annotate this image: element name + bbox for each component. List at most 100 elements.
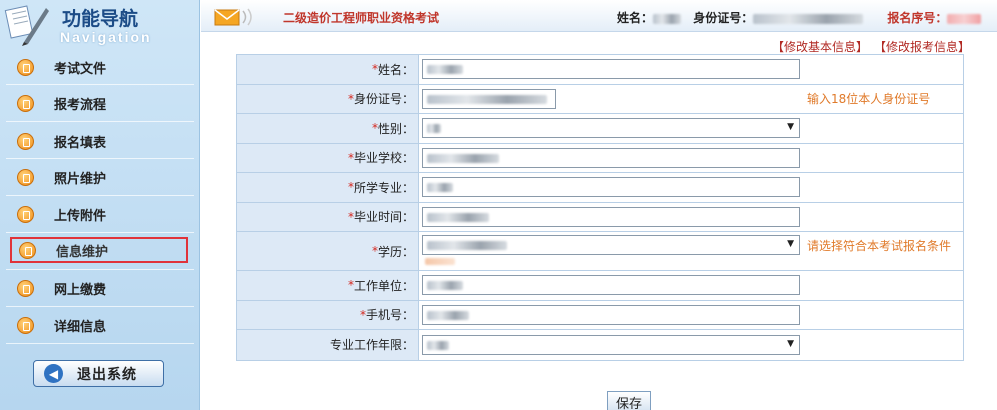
header-bar: 二级造价工程师职业资格考试 姓名： 身份证号： 报名序号： (201, 0, 997, 32)
sidebar-item-payment[interactable]: 网上缴费 (10, 275, 188, 301)
form-row-phone: * 手机号： (237, 300, 963, 330)
envelope-icon (214, 8, 252, 26)
field-label: * 毕业时间： (237, 202, 419, 231)
id-number-input[interactable] (422, 88, 556, 109)
select-value-redacted (427, 124, 441, 134)
field-cell: ▼ (419, 330, 963, 360)
gender-select[interactable]: ▼ (422, 118, 800, 139)
input-value-redacted (427, 212, 489, 222)
arrow-left-icon: ◀ (44, 364, 63, 383)
form-row-id: * 身份证号： 输入18位本人身份证号 (237, 84, 963, 114)
document-icon (17, 279, 34, 297)
sidebar-item-label: 考试文件 (54, 61, 107, 77)
field-label: * 姓名： (237, 55, 419, 84)
field-cell (419, 202, 963, 231)
sidebar: 功能导航 Navigation 考试文件 报考流程 报名填表 照片维护 上传附件 (0, 0, 200, 410)
user-info: 姓名： 身份证号： 报名序号： (617, 9, 982, 26)
sidebar-logo: 功能导航 Navigation (0, 0, 200, 48)
divider (6, 121, 194, 122)
sidebar-subtitle: Navigation (60, 29, 152, 45)
name-input[interactable] (422, 59, 800, 80)
document-icon (17, 205, 34, 223)
field-label: 专业工作年限： (237, 330, 419, 360)
divider (6, 269, 194, 270)
grad-date-input[interactable] (422, 206, 800, 227)
sidebar-item-photo[interactable]: 照片维护 (10, 164, 188, 190)
sidebar-item-attachments[interactable]: 上传附件 (10, 201, 188, 227)
sidebar-item-process[interactable]: 报考流程 (10, 90, 188, 116)
label-text: 手机号： (365, 308, 414, 323)
document-icon (17, 94, 34, 112)
label-text: 身份证号： (353, 92, 414, 107)
reg-value-redacted (947, 13, 982, 24)
field-cell (419, 271, 963, 300)
sidebar-item-label: 详细信息 (54, 319, 107, 335)
form-row-work-years: 专业工作年限： ▼ (237, 330, 963, 360)
divider (6, 232, 194, 233)
form-row-employer: * 工作单位： (237, 271, 963, 301)
edit-links: 【修改基本信息】 【修改报考信息】 (772, 38, 970, 55)
label-text: 专业工作年限： (329, 338, 414, 353)
education-select[interactable]: ▼ (422, 235, 800, 255)
field-cell (419, 55, 963, 84)
form-row-gender: * 性别： ▼ (237, 114, 963, 144)
field-cell: 输入18位本人身份证号 (419, 84, 963, 113)
sidebar-title: 功能导航 (62, 8, 139, 30)
field-label: * 工作单位： (237, 271, 419, 300)
page-root: 功能导航 Navigation 考试文件 报考流程 报名填表 照片维护 上传附件 (0, 0, 997, 410)
exam-title: 二级造价工程师职业资格考试 (283, 11, 440, 25)
field-label: * 性别： (237, 114, 419, 143)
sidebar-item-details[interactable]: 详细信息 (10, 312, 188, 338)
document-icon (17, 316, 34, 334)
divider (6, 195, 194, 196)
sidebar-item-label: 上传附件 (54, 208, 107, 224)
major-input[interactable] (422, 177, 800, 198)
field-cell (419, 143, 963, 172)
name-label: 姓名： (617, 11, 654, 25)
form-row-name: * 姓名： (237, 55, 963, 85)
edit-basic-info-link[interactable]: 【修改基本信息】 (772, 40, 868, 54)
sidebar-item-label: 照片维护 (54, 171, 107, 187)
sidebar-item-exam-files[interactable]: 考试文件 (10, 54, 188, 80)
sidebar-item-info-maintenance[interactable]: 信息维护 (10, 237, 188, 263)
sidebar-item-label: 网上缴费 (54, 282, 107, 298)
field-cell: ▼ (419, 114, 963, 143)
document-icon (17, 132, 34, 150)
education-note-redacted (425, 258, 455, 265)
id-label: 身份证号： (693, 11, 754, 25)
employer-input[interactable] (422, 275, 800, 296)
document-icon (17, 168, 34, 186)
form-row-school: * 毕业学校： (237, 143, 963, 173)
id-value-redacted (753, 13, 864, 24)
field-label: * 手机号： (237, 300, 419, 329)
input-value-redacted (427, 183, 453, 193)
chevron-down-icon: ▼ (787, 239, 794, 249)
work-years-select[interactable]: ▼ (422, 334, 800, 355)
divider (6, 84, 194, 85)
chevron-down-icon: ▼ (787, 122, 794, 133)
input-value-redacted (427, 94, 547, 104)
edit-exam-info-link[interactable]: 【修改报考信息】 (880, 40, 970, 54)
field-cell: ▼ 请选择符合本考试报名条件 (419, 232, 963, 270)
save-button[interactable]: 保存 (607, 391, 651, 410)
education-hint: 请选择符合本考试报名条件 (807, 239, 952, 253)
input-value-redacted (427, 310, 469, 320)
logout-label: 退出系统 (77, 366, 137, 383)
field-label: * 所学专业： (237, 173, 419, 202)
label-text: 性别： (377, 121, 414, 136)
reg-label: 报名序号： (887, 11, 948, 25)
school-input[interactable] (422, 147, 800, 168)
label-text: 工作单位： (353, 278, 414, 293)
sidebar-item-fill-form[interactable]: 报名填表 (10, 128, 188, 154)
sidebar-item-label: 报名填表 (54, 135, 107, 151)
phone-input[interactable] (422, 304, 800, 325)
select-value-redacted (427, 241, 507, 250)
document-icon (17, 58, 34, 76)
select-value-redacted (427, 340, 449, 350)
field-label: * 学历： (237, 232, 419, 270)
divider (6, 343, 194, 344)
input-value-redacted (427, 65, 463, 75)
field-cell (419, 173, 963, 202)
logout-button[interactable]: ◀ 退出系统 (33, 360, 164, 387)
id-hint: 输入18位本人身份证号 (807, 92, 931, 107)
